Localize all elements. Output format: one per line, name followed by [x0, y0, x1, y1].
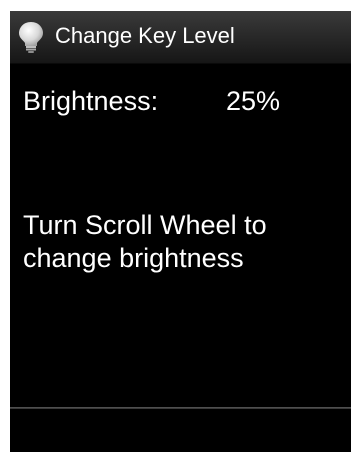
device-screen: Change Key Level Brightness: 25% Turn Sc…: [10, 11, 351, 452]
footer-bar: [10, 409, 351, 452]
title-bar: Change Key Level: [10, 11, 351, 64]
instruction-line-1: Turn Scroll Wheel to: [23, 210, 267, 240]
device-frame: Change Key Level Brightness: 25% Turn Sc…: [0, 0, 362, 452]
brightness-row: Brightness: 25%: [23, 85, 343, 117]
instruction-text: Turn Scroll Wheel to change brightness: [23, 209, 343, 275]
brightness-label: Brightness:: [23, 86, 159, 116]
instruction-line-2: change brightness: [23, 243, 244, 273]
brightness-value: 25%: [226, 86, 281, 116]
screen-title: Change Key Level: [55, 23, 235, 48]
lightbulb-icon: [19, 22, 43, 53]
